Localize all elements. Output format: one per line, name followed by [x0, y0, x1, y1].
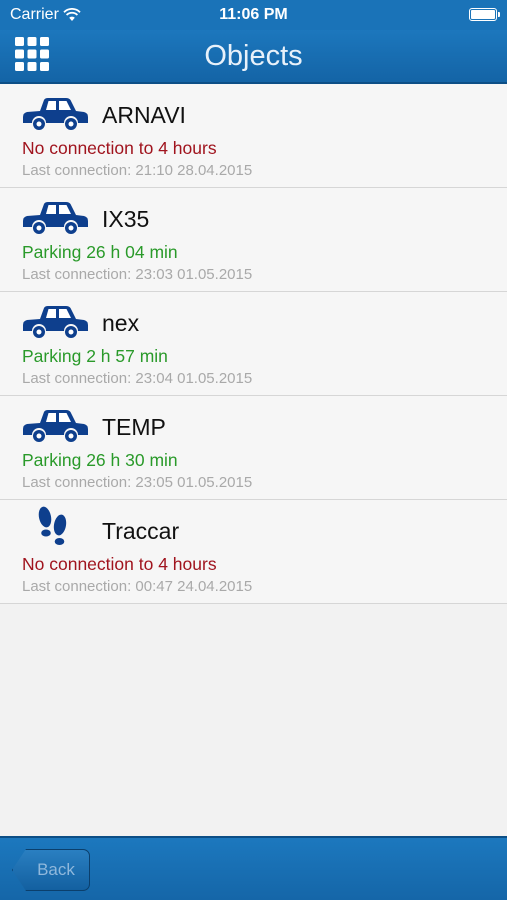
- footprints-icon: [38, 506, 67, 545]
- object-status: Parking 26 h 30 min: [22, 450, 178, 470]
- battery-icon: [469, 8, 500, 21]
- clock: 11:06 PM: [219, 6, 288, 23]
- object-name: TEMP: [102, 414, 166, 440]
- last-connection: Last connection: 21:10 28.04.2015: [22, 162, 253, 179]
- list-item[interactable]: ARNAVI No connection to 4 hours Last con…: [0, 84, 507, 188]
- objects-list: ARNAVI No connection to 4 hours Last con…: [0, 84, 507, 604]
- list-item[interactable]: IX35 Parking 26 h 04 min Last connection…: [0, 188, 507, 292]
- object-status: Parking 2 h 57 min: [22, 346, 168, 366]
- last-connection: Last connection: 00:47 24.04.2015: [22, 578, 253, 595]
- car-icon: [23, 306, 88, 338]
- list-item[interactable]: nex Parking 2 h 57 min Last connection: …: [0, 292, 507, 396]
- page-title: Objects: [204, 40, 303, 72]
- object-status: No connection to 4 hours: [22, 138, 217, 158]
- car-icon: [23, 202, 88, 234]
- last-connection: Last connection: 23:04 01.05.2015: [22, 370, 253, 387]
- back-button[interactable]: Back: [12, 849, 90, 891]
- object-status: No connection to 4 hours: [22, 554, 217, 574]
- object-status: Parking 26 h 04 min: [22, 242, 178, 262]
- car-icon: [23, 410, 88, 442]
- status-bar: Carrier 11:06 PM: [0, 0, 507, 30]
- nav-bar: Objects: [0, 30, 507, 84]
- object-name: IX35: [102, 206, 150, 232]
- last-connection: Last connection: 23:03 01.05.2015: [22, 266, 253, 283]
- object-name: Traccar: [102, 518, 180, 544]
- car-icon: [23, 98, 88, 130]
- back-button-label: Back: [37, 860, 75, 879]
- list-item[interactable]: TEMP Parking 26 h 30 min Last connection…: [0, 396, 507, 500]
- last-connection: Last connection: 23:05 01.05.2015: [22, 474, 253, 491]
- object-name: nex: [102, 310, 140, 336]
- object-name: ARNAVI: [102, 102, 186, 128]
- bottom-toolbar: Back: [0, 836, 507, 900]
- list-item[interactable]: Traccar No connection to 4 hours Last co…: [0, 500, 507, 604]
